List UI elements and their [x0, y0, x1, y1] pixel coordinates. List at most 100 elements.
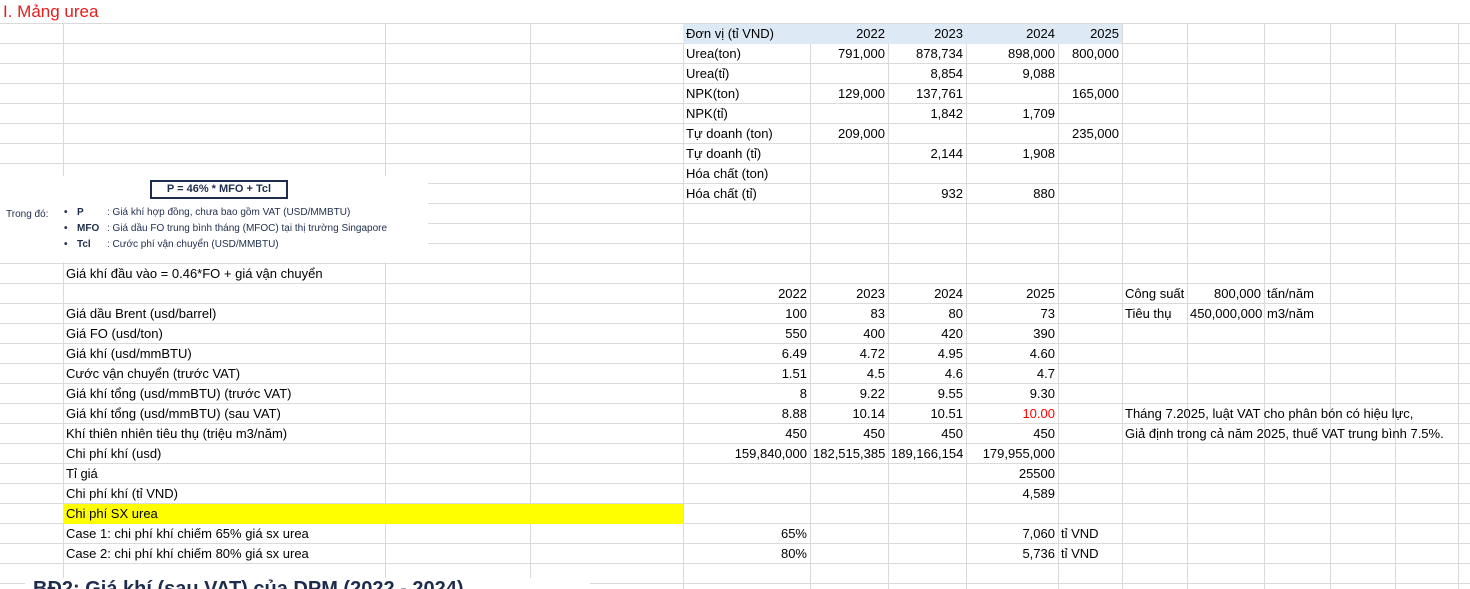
table-cell[interactable]: 932: [888, 184, 966, 204]
table-cell[interactable]: [966, 164, 1058, 184]
table-cell[interactable]: 1,908: [966, 144, 1058, 164]
row-label[interactable]: Giá khí (usd/mmBTU): [63, 344, 195, 364]
table-cell[interactable]: [888, 484, 966, 504]
table-cell[interactable]: [810, 544, 888, 564]
row-label[interactable]: Tự doanh (ton): [683, 124, 776, 144]
table-cell[interactable]: 10.14: [810, 404, 888, 424]
table-cell[interactable]: 189,166,154: [888, 444, 966, 464]
table-cell[interactable]: [1058, 104, 1122, 124]
table-cell[interactable]: 65%: [683, 524, 810, 544]
row-label[interactable]: Chi phí khí (tỉ VND): [63, 484, 181, 504]
year-header[interactable]: 2025: [966, 284, 1058, 304]
vat-note[interactable]: Giả định trong cả năm 2025, thuế VAT tru…: [1122, 424, 1447, 444]
table-cell[interactable]: [810, 164, 888, 184]
header-unit[interactable]: Đơn vị (tỉ VND): [683, 24, 777, 44]
row-label[interactable]: Hóa chất (ton): [683, 164, 771, 184]
table-cell[interactable]: 1.51: [683, 364, 810, 384]
table-cell[interactable]: 129,000: [810, 84, 888, 104]
table-cell[interactable]: 73: [966, 304, 1058, 324]
table-cell[interactable]: [810, 504, 888, 524]
table-cell[interactable]: 9.22: [810, 384, 888, 404]
table-cell[interactable]: 4.60: [966, 344, 1058, 364]
capacity-unit[interactable]: tấn/năm: [1264, 284, 1317, 304]
table-cell[interactable]: 4.6: [888, 364, 966, 384]
table-cell[interactable]: 80%: [683, 544, 810, 564]
table-cell[interactable]: 4.72: [810, 344, 888, 364]
year-header[interactable]: 2023: [810, 284, 888, 304]
table-cell[interactable]: 450: [888, 424, 966, 444]
table-cell[interactable]: 6.49: [683, 344, 810, 364]
row-label[interactable]: Hóa chất (tỉ): [683, 184, 760, 204]
table-cell[interactable]: 2,144: [888, 144, 966, 164]
capacity-unit[interactable]: m3/năm: [1264, 304, 1317, 324]
table-cell[interactable]: 10.51: [888, 404, 966, 424]
row-label[interactable]: NPK(ton): [683, 84, 742, 104]
table-cell[interactable]: [810, 464, 888, 484]
capacity-label[interactable]: Tiêu thụ: [1122, 304, 1175, 324]
table-cell[interactable]: [810, 484, 888, 504]
row-label[interactable]: Giá FO (usd/ton): [63, 324, 166, 344]
table-cell[interactable]: [1058, 64, 1122, 84]
table-cell[interactable]: 4,589: [966, 484, 1058, 504]
row-label[interactable]: Khí thiên nhiên tiêu thụ (triệu m3/năm): [63, 424, 290, 444]
table-cell[interactable]: [966, 504, 1058, 524]
table-cell[interactable]: [888, 464, 966, 484]
table-cell[interactable]: 1,709: [966, 104, 1058, 124]
table-cell[interactable]: 9.55: [888, 384, 966, 404]
table-cell[interactable]: 7,060: [966, 524, 1058, 544]
table-cell[interactable]: 9,088: [966, 64, 1058, 84]
unit-label[interactable]: tỉ VND: [1058, 524, 1102, 544]
table-cell[interactable]: 4.5: [810, 364, 888, 384]
table-cell[interactable]: 25500: [966, 464, 1058, 484]
table-cell[interactable]: 159,840,000: [683, 444, 810, 464]
row-label[interactable]: Giá khí tổng (usd/mmBTU) (sau VAT): [63, 404, 284, 424]
year-header[interactable]: 2022: [683, 284, 810, 304]
table-cell[interactable]: 898,000: [966, 44, 1058, 64]
table-cell[interactable]: 80: [888, 304, 966, 324]
row-label[interactable]: Giá dầu Brent (usd/barrel): [63, 304, 219, 324]
table-cell[interactable]: [683, 504, 810, 524]
table-cell[interactable]: 878,734: [888, 44, 966, 64]
row-label[interactable]: Urea(tỉ): [683, 64, 732, 84]
table-cell[interactable]: [888, 124, 966, 144]
table-cell[interactable]: [810, 524, 888, 544]
table-cell[interactable]: 450: [810, 424, 888, 444]
table-cell[interactable]: 100: [683, 304, 810, 324]
table-cell[interactable]: 800,000: [1058, 44, 1122, 64]
capacity-label[interactable]: Công suất: [1122, 284, 1187, 304]
table-cell[interactable]: [1058, 164, 1122, 184]
table-cell[interactable]: [810, 64, 888, 84]
header-year[interactable]: 2022: [810, 24, 888, 44]
table-cell[interactable]: 550: [683, 324, 810, 344]
table-cell[interactable]: 420: [888, 324, 966, 344]
table-cell[interactable]: 791,000: [810, 44, 888, 64]
table-cell[interactable]: 165,000: [1058, 84, 1122, 104]
table-cell[interactable]: 209,000: [810, 124, 888, 144]
table-cell[interactable]: 8,854: [888, 64, 966, 84]
table-cell[interactable]: 450: [966, 424, 1058, 444]
table-cell[interactable]: 179,955,000: [966, 444, 1058, 464]
row-label[interactable]: Urea(ton): [683, 44, 744, 64]
table-cell[interactable]: 5,736: [966, 544, 1058, 564]
row-label[interactable]: Tỉ giá: [63, 464, 101, 484]
table-cell[interactable]: 9.30: [966, 384, 1058, 404]
row-label[interactable]: Case 2: chi phí khí chiếm 80% giá sx ure…: [63, 544, 312, 564]
row-label[interactable]: Giá khí tổng (usd/mmBTU) (trước VAT): [63, 384, 295, 404]
table-cell[interactable]: 235,000: [1058, 124, 1122, 144]
header-year[interactable]: 2025: [1058, 24, 1122, 44]
table-cell[interactable]: [966, 84, 1058, 104]
table-cell[interactable]: 83: [810, 304, 888, 324]
table-cell[interactable]: [683, 484, 810, 504]
table-cell[interactable]: [966, 124, 1058, 144]
unit-label[interactable]: tỉ VND: [1058, 544, 1102, 564]
year-header[interactable]: 2024: [888, 284, 966, 304]
table-cell[interactable]: [888, 504, 966, 524]
table-cell[interactable]: 450: [683, 424, 810, 444]
table-cell[interactable]: 400: [810, 324, 888, 344]
table-cell[interactable]: 880: [966, 184, 1058, 204]
capacity-value[interactable]: 800,000: [1187, 284, 1264, 304]
vat-note[interactable]: Tháng 7.2025, luật VAT cho phân bón có h…: [1122, 404, 1416, 424]
table-cell[interactable]: [810, 184, 888, 204]
row-label[interactable]: Case 1: chi phí khí chiếm 65% giá sx ure…: [63, 524, 312, 544]
header-year[interactable]: 2024: [966, 24, 1058, 44]
